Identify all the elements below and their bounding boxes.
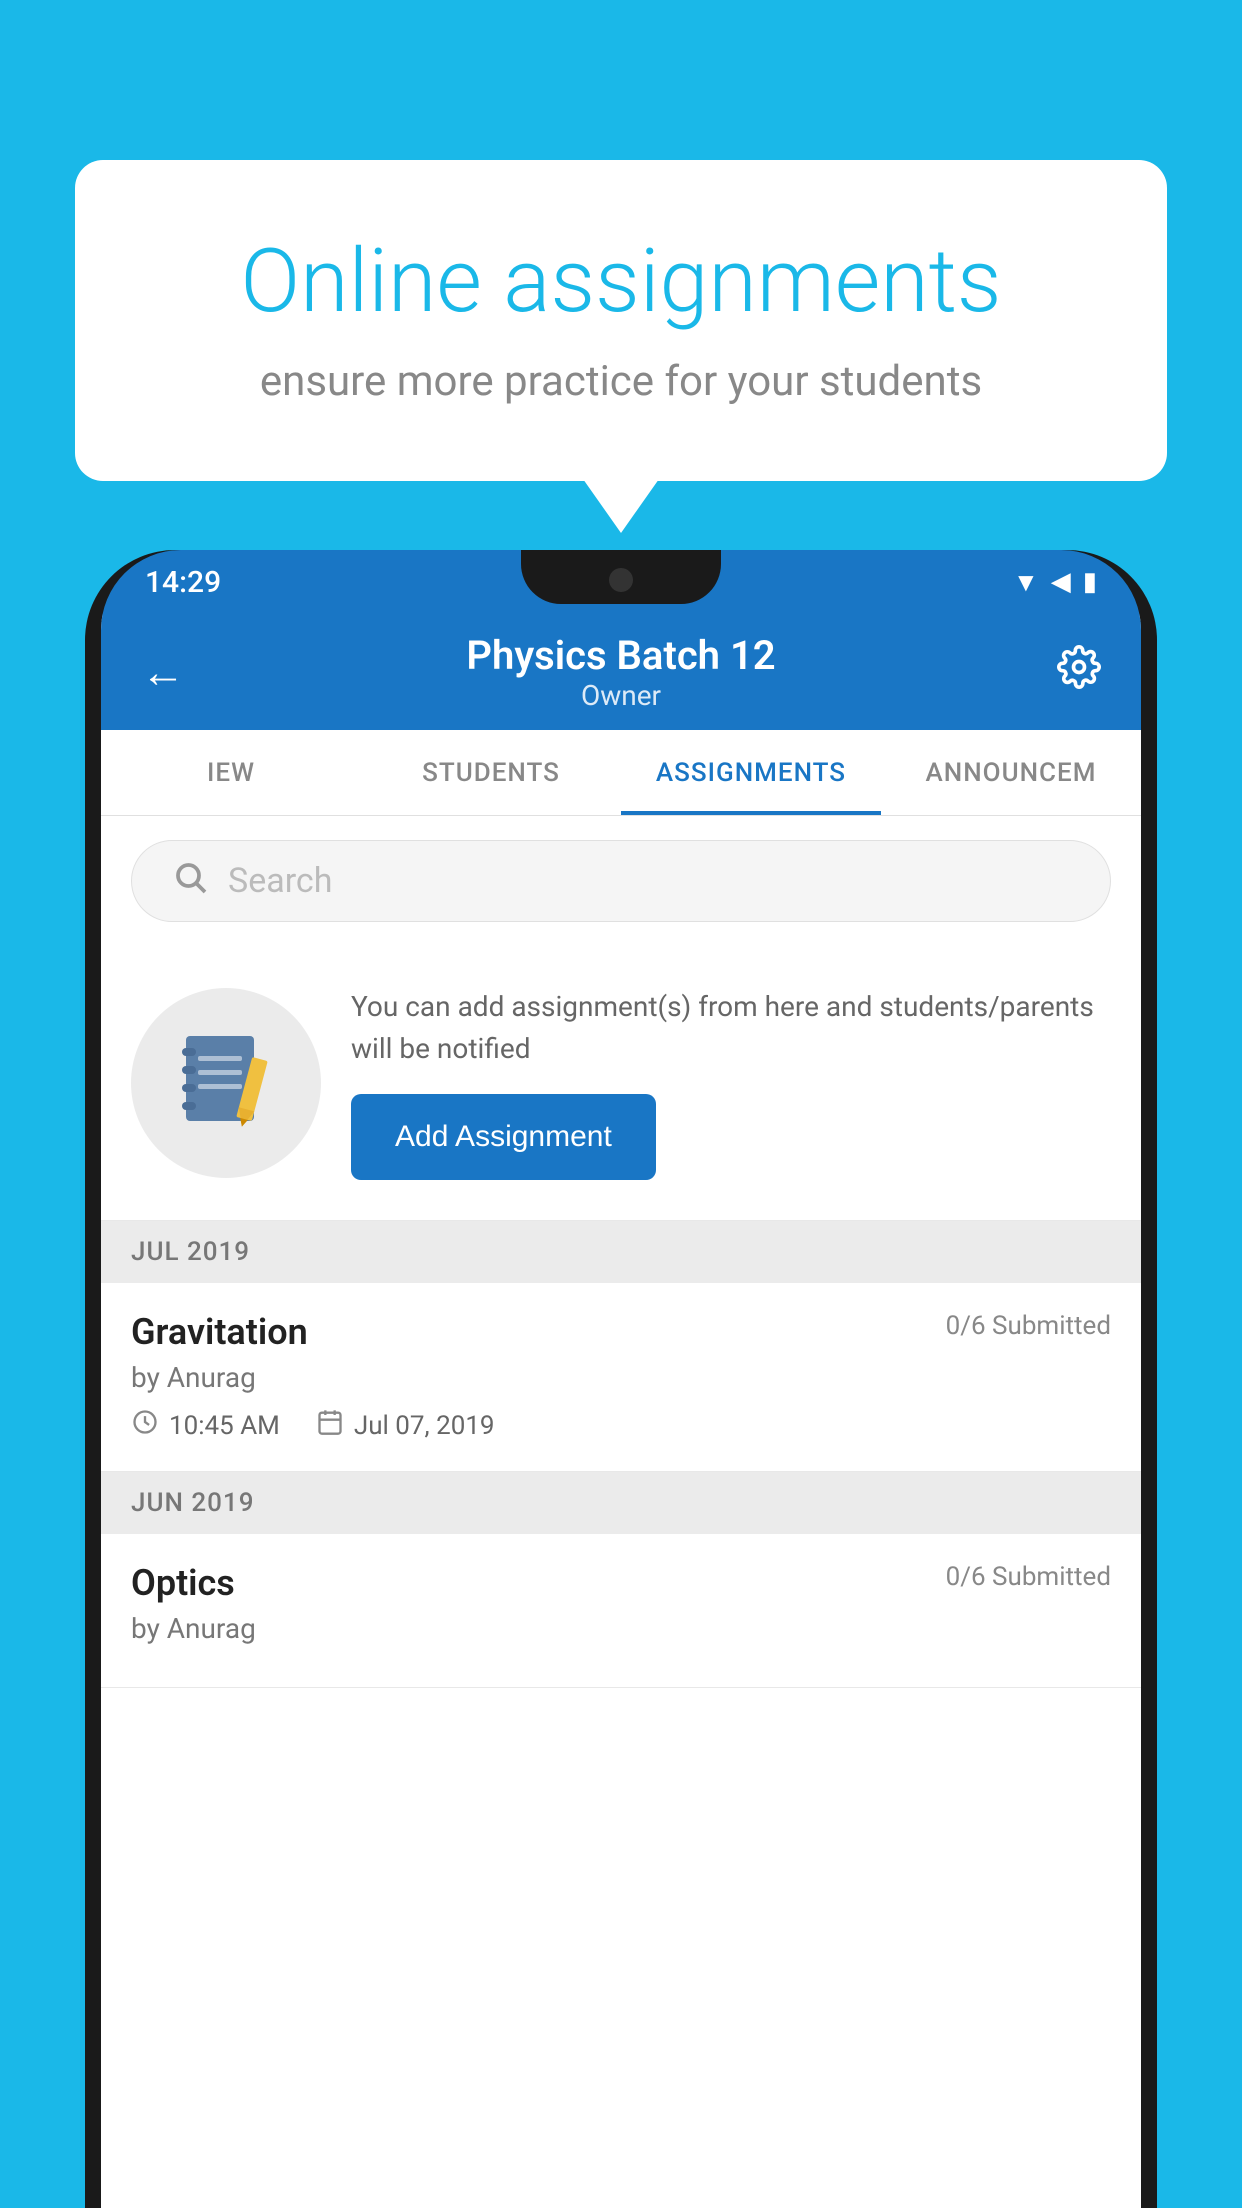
assignment-title-optics: Optics <box>131 1562 235 1604</box>
assignment-date-gravitation: Jul 07, 2019 <box>316 1408 495 1443</box>
assignment-time-text: 10:45 AM <box>169 1411 280 1441</box>
battery-icon: ▮ <box>1083 567 1097 597</box>
settings-icon[interactable] <box>1057 645 1101 700</box>
header-title: Physics Batch 12 <box>466 632 775 679</box>
bubble-title: Online assignments <box>155 230 1087 333</box>
search-placeholder: Search <box>228 861 332 901</box>
notebook-icon <box>176 1028 276 1138</box>
assignment-author-optics: by Anurag <box>131 1612 1111 1645</box>
header-subtitle: Owner <box>466 679 775 712</box>
assignment-date-text: Jul 07, 2019 <box>354 1411 495 1441</box>
promo-icon-circle <box>131 988 321 1178</box>
assignment-status-gravitation: 0/6 Submitted <box>946 1311 1111 1341</box>
signal-icon: ◀ <box>1051 567 1071 597</box>
search-container: Search <box>101 816 1141 946</box>
search-bar[interactable]: Search <box>131 840 1111 922</box>
wifi-icon: ▼ <box>1013 567 1039 598</box>
assignment-row1-optics: Optics 0/6 Submitted <box>131 1562 1111 1604</box>
bubble-subtitle: ensure more practice for your students <box>155 357 1087 406</box>
app-header: ← Physics Batch 12 Owner <box>101 614 1141 730</box>
phone-frame: 14:29 ▼ ◀ ▮ ← Physics Batch 12 Owner <box>85 550 1157 2208</box>
phone-inner: 14:29 ▼ ◀ ▮ ← Physics Batch 12 Owner <box>101 550 1141 2208</box>
assignment-status-optics: 0/6 Submitted <box>946 1562 1111 1592</box>
assignment-time-gravitation: 10:45 AM <box>131 1408 280 1443</box>
calendar-icon <box>316 1408 344 1443</box>
promo-text: You can add assignment(s) from here and … <box>351 986 1111 1070</box>
tab-students[interactable]: STUDENTS <box>361 730 621 815</box>
assignment-item-gravitation[interactable]: Gravitation 0/6 Submitted by Anurag 10:4… <box>101 1283 1141 1472</box>
promo-section: You can add assignment(s) from here and … <box>101 946 1141 1221</box>
tab-announcements[interactable]: ANNOUNCEM <box>881 730 1141 815</box>
month-divider-jun: JUN 2019 <box>101 1472 1141 1534</box>
status-time: 14:29 <box>145 565 221 600</box>
tab-assignments[interactable]: ASSIGNMENTS <box>621 730 881 815</box>
header-center: Physics Batch 12 Owner <box>466 632 775 712</box>
notch-camera <box>609 568 633 592</box>
phone-notch <box>521 550 721 604</box>
app-screen: ← Physics Batch 12 Owner IEW <box>101 614 1141 2208</box>
speech-bubble: Online assignments ensure more practice … <box>75 160 1167 481</box>
back-button[interactable]: ← <box>141 646 185 698</box>
tab-iew[interactable]: IEW <box>101 730 361 815</box>
assignment-item-optics[interactable]: Optics 0/6 Submitted by Anurag <box>101 1534 1141 1688</box>
assignment-row1: Gravitation 0/6 Submitted <box>131 1311 1111 1353</box>
promo-right: You can add assignment(s) from here and … <box>351 986 1111 1180</box>
speech-bubble-container: Online assignments ensure more practice … <box>75 160 1167 481</box>
tabs-bar: IEW STUDENTS ASSIGNMENTS ANNOUNCEM <box>101 730 1141 816</box>
add-assignment-button[interactable]: Add Assignment <box>351 1094 656 1180</box>
assignment-meta-gravitation: 10:45 AM Jul 07, 2019 <box>131 1408 1111 1443</box>
search-icon <box>172 859 208 904</box>
status-icons: ▼ ◀ ▮ <box>1013 567 1097 598</box>
month-divider-jul: JUL 2019 <box>101 1221 1141 1283</box>
clock-icon <box>131 1408 159 1443</box>
assignment-author-gravitation: by Anurag <box>131 1361 1111 1394</box>
assignment-title-gravitation: Gravitation <box>131 1311 308 1353</box>
